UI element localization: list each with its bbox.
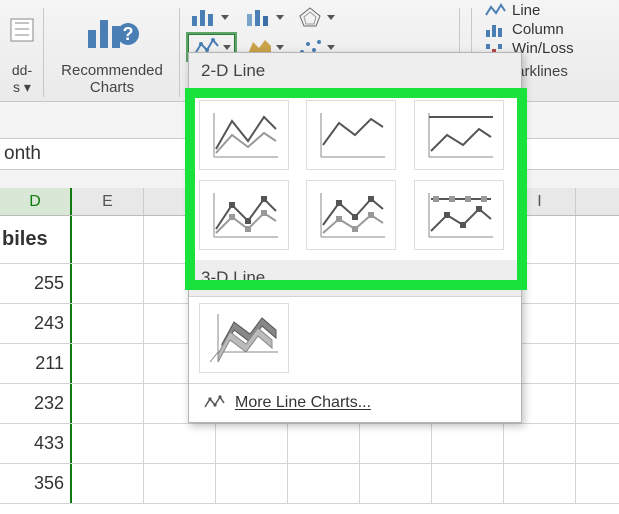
sparkline-column-label: Column xyxy=(512,21,564,38)
cell[interactable]: 356 xyxy=(0,464,72,503)
cell[interactable] xyxy=(144,464,216,503)
addins-label: dd- s ▾ xyxy=(12,62,32,96)
column-header[interactable]: E xyxy=(72,188,144,215)
cell[interactable] xyxy=(72,424,144,463)
cell[interactable] xyxy=(360,464,432,503)
cell[interactable]: 211 xyxy=(0,344,72,383)
more-line-charts-icon xyxy=(203,395,225,411)
cell[interactable] xyxy=(504,424,576,463)
stacked-line-chart-option[interactable] xyxy=(306,100,396,170)
cell[interactable] xyxy=(72,216,144,263)
sparkline-line-button[interactable]: Line xyxy=(484,2,574,19)
cell[interactable]: 433 xyxy=(0,424,72,463)
radar-chart-button[interactable] xyxy=(292,4,339,30)
chevron-down-icon xyxy=(276,45,284,50)
line-markers-chart-option[interactable] xyxy=(199,180,289,250)
cell[interactable] xyxy=(72,344,144,383)
cell[interactable] xyxy=(432,424,504,463)
cell[interactable]: biles xyxy=(0,216,72,263)
cell[interactable]: 232 xyxy=(0,384,72,423)
recommended-charts-label: Recommended Charts xyxy=(61,62,163,96)
addins-group[interactable]: dd- s ▾ xyxy=(0,0,44,101)
cell[interactable] xyxy=(72,384,144,423)
cell[interactable] xyxy=(432,464,504,503)
2d-line-thumbnails xyxy=(189,90,521,260)
chevron-down-icon xyxy=(223,45,231,50)
3d-line-chart-option[interactable] xyxy=(199,303,289,373)
cell[interactable] xyxy=(288,424,360,463)
recommended-charts-button[interactable]: ? Recommended Charts xyxy=(44,0,180,101)
cell[interactable] xyxy=(288,464,360,503)
sparkline-column-button[interactable]: Column xyxy=(484,21,574,38)
stacked-line-markers-chart-option[interactable] xyxy=(306,180,396,250)
chevron-down-icon xyxy=(327,15,335,20)
column-header[interactable]: D xyxy=(0,188,72,215)
cell[interactable] xyxy=(216,464,288,503)
100-stacked-line-markers-chart-option[interactable] xyxy=(414,180,504,250)
addins-icon xyxy=(9,4,35,56)
column-chart-button[interactable] xyxy=(186,4,237,30)
cell[interactable] xyxy=(72,464,144,503)
cell[interactable] xyxy=(72,304,144,343)
sparklines-group-label: arklines xyxy=(516,63,568,80)
chevron-down-icon xyxy=(276,15,284,20)
more-line-charts-label: More Line Charts... xyxy=(235,394,371,412)
dropdown-section-header-3d: 3-D Line xyxy=(189,260,521,297)
dropdown-section-header-2d: 2-D Line xyxy=(189,53,521,90)
sparkline-column-icon xyxy=(484,22,506,38)
cell[interactable] xyxy=(504,464,576,503)
cell[interactable] xyxy=(72,264,144,303)
cell[interactable]: 255 xyxy=(0,264,72,303)
recommended-charts-icon: ? xyxy=(84,4,140,56)
sparkline-line-label: Line xyxy=(512,2,540,19)
cell[interactable] xyxy=(360,424,432,463)
sparkline-line-icon xyxy=(484,3,506,19)
line-chart-option[interactable] xyxy=(199,100,289,170)
100-stacked-line-chart-option[interactable] xyxy=(414,100,504,170)
more-line-charts-button[interactable]: More Line Charts... xyxy=(189,383,521,422)
hierarchy-chart-button[interactable] xyxy=(241,4,288,30)
chevron-down-icon xyxy=(327,45,335,50)
cell[interactable]: 243 xyxy=(0,304,72,343)
cell[interactable] xyxy=(216,424,288,463)
name-box-value: onth xyxy=(4,143,41,165)
line-chart-dropdown: 2-D Line xyxy=(188,52,522,423)
svg-text:?: ? xyxy=(123,24,134,44)
chevron-down-icon xyxy=(221,15,229,20)
cell[interactable] xyxy=(144,424,216,463)
